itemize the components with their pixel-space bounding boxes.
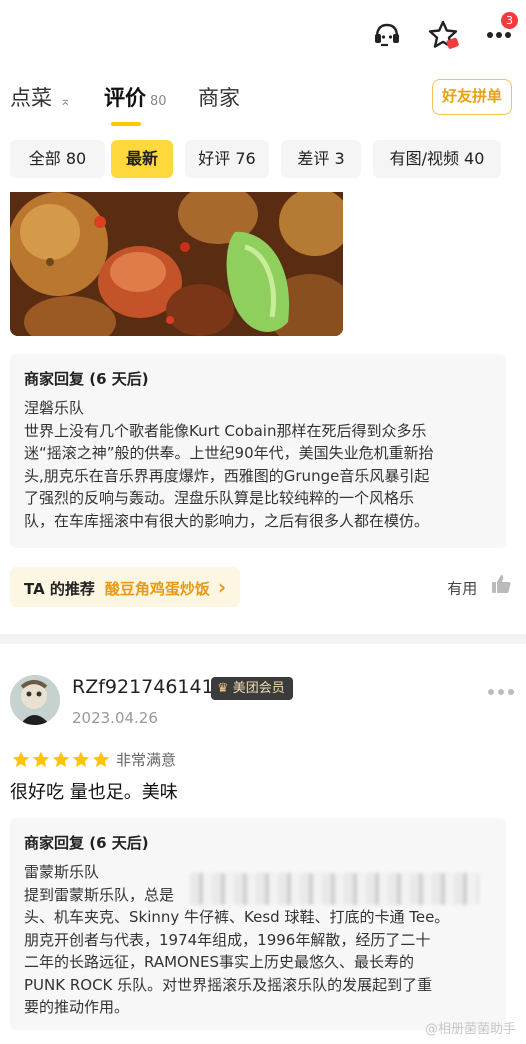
- avatar[interactable]: [10, 675, 60, 725]
- tab-merchant[interactable]: 商家: [198, 82, 240, 112]
- tab-merchant-label: 商家: [198, 86, 240, 110]
- useful-button[interactable]: 有用: [447, 573, 512, 603]
- reply-line: 了强烈的反响与轰动。涅盘乐队算是比较纯粹的一个风格乐: [24, 489, 415, 507]
- filter-with-media[interactable]: 有图/视频 40: [373, 140, 501, 178]
- reply-line: 迷“摇滚之神”般的供奉。上世纪90年代，美国失业危机重新抬: [24, 444, 434, 462]
- tab-order-label: 点菜: [10, 86, 52, 110]
- section-divider: [0, 634, 526, 644]
- recommend-dish-name: 酸豆角鸡蛋炒饭: [104, 580, 210, 598]
- star-icon: [52, 751, 70, 767]
- reply-line: 要的推动作用。: [24, 998, 130, 1016]
- username: RZf921746141: [72, 676, 214, 698]
- filter-all[interactable]: 全部 80: [10, 140, 105, 178]
- review-photo[interactable]: [10, 192, 343, 336]
- watermark: @相册菌菌助手: [424, 1022, 516, 1037]
- reply-line: 头,朋克乐在音乐界再度爆炸，西雅图的Grunge音乐风暴引起: [24, 466, 430, 485]
- active-tab-indicator: [111, 122, 141, 126]
- reply-line: 世界上没有几个歌者能像Kurt Cobain那样在死后得到众多乐: [24, 421, 427, 440]
- rating-stars: [12, 750, 112, 770]
- redacted-overlay: [190, 873, 480, 905]
- member-badge: ♛ 美团会员: [211, 677, 293, 700]
- reply-text: 涅磐乐队 世界上没有几个歌者能像Kurt Cobain那样在死后得到众多乐 迷“…: [24, 397, 490, 532]
- filter-latest[interactable]: 最新: [111, 140, 173, 178]
- thumbs-up-icon: [490, 573, 512, 605]
- star-icon: [72, 751, 90, 767]
- top-bar: 3: [0, 0, 526, 70]
- tab-order-pin-icon: ⌅: [60, 94, 71, 109]
- star-icon: [92, 751, 110, 767]
- chevron-right-icon: ›: [217, 575, 227, 599]
- crown-icon: ♛: [217, 681, 229, 696]
- filter-positive[interactable]: 好评 76: [185, 140, 269, 178]
- more-icon[interactable]: 3: [482, 12, 518, 52]
- reply-header: 商家回复 (6 天后): [24, 370, 149, 388]
- reply-line: 朋克开创者与代表，1974年组成，1996年解散，经历了二十: [24, 930, 431, 949]
- reply-line: 队，在车库摇滚中有很大的影响力，之后有很多人都在模仿。: [24, 511, 430, 530]
- group-order-button[interactable]: 好友拼单: [432, 79, 512, 115]
- tab-reviews-label: 评价: [104, 86, 146, 110]
- useful-label: 有用: [447, 579, 478, 598]
- reply-line: 头、机车夹克、Skinny 牛仔裤、Kesd 球鞋、打底的卡通 Tee。: [24, 908, 450, 926]
- review-content: 很好吃 量也足。美味: [10, 782, 178, 803]
- tab-reviews-count: 80: [150, 94, 167, 109]
- reply-line: PUNK ROCK 乐队。对世界摇滚乐及摇滚乐队的发展起到了重: [24, 975, 433, 994]
- recommend-label: TA 的推荐: [24, 580, 95, 598]
- main-tabs: 点菜 ⌅ 评价 80 商家 好友拼单: [10, 76, 512, 128]
- recommended-dish[interactable]: TA 的推荐 酸豆角鸡蛋炒饭 ›: [10, 567, 241, 607]
- merchant-reply: 商家回复 (6 天后) 雷蒙斯乐队 提到雷蒙斯乐队，总是 头、机车夹克、Skin…: [10, 818, 506, 1030]
- star-icon: [12, 751, 30, 767]
- member-badge-label: 美团会员: [232, 681, 285, 696]
- tab-order[interactable]: 点菜 ⌅: [10, 82, 71, 112]
- reply-line: 涅磐乐队: [24, 399, 85, 417]
- reply-header: 商家回复 (6 天后): [24, 834, 149, 852]
- reply-line: 二年的长路远征，RAMONES事实上历史最悠久、最长寿的: [24, 953, 415, 971]
- star-icon: [32, 751, 50, 767]
- favorite-star-icon[interactable]: [426, 18, 460, 52]
- review-more-icon[interactable]: [486, 684, 516, 698]
- customer-service-icon[interactable]: [370, 18, 404, 52]
- merchant-reply: 商家回复 (6 天后) 涅磐乐队 世界上没有几个歌者能像Kurt Cobain那…: [10, 354, 506, 548]
- review-date: 2023.04.26: [72, 709, 158, 727]
- tab-reviews[interactable]: 评价 80: [104, 82, 167, 112]
- rating-text: 非常满意: [116, 751, 177, 769]
- filter-negative[interactable]: 差评 3: [281, 140, 361, 178]
- cart-badge: 3: [501, 12, 518, 29]
